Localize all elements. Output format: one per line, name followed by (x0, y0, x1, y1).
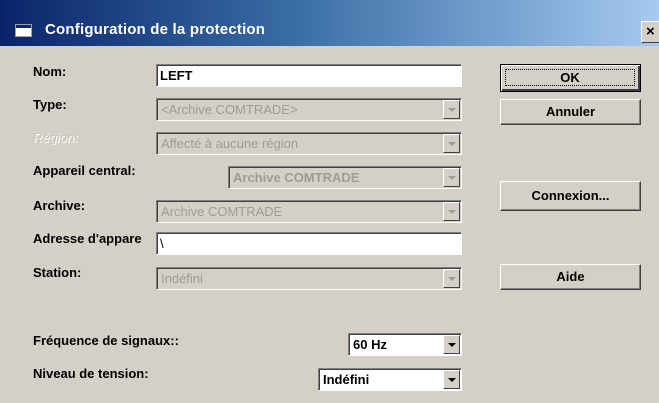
appareil-central-select[interactable]: Archive COMTRADE (228, 166, 462, 189)
connexion-button[interactable]: Connexion... (500, 181, 641, 211)
archive-label: Archive: (33, 198, 86, 213)
aide-button[interactable]: Aide (500, 264, 641, 290)
region-value: Affecté à aucune région (161, 136, 299, 151)
ok-button-label: OK (505, 69, 635, 86)
archive-dropdown-arrow-icon[interactable] (443, 202, 460, 221)
frequence-dropdown-arrow-icon[interactable] (443, 335, 460, 354)
niveau-tension-dropdown-arrow-icon[interactable] (443, 370, 460, 389)
archive-value: Archive COMTRADE (161, 204, 283, 219)
niveau-tension-value: Indéfini (323, 372, 370, 387)
close-button[interactable]: × (641, 21, 659, 43)
adresse-label: Adresse d'appare (33, 231, 142, 246)
appareil-central-dropdown-arrow-icon[interactable] (443, 168, 460, 187)
appareil-central-label: Appareil central: (33, 163, 136, 178)
ok-button[interactable]: OK (500, 64, 641, 92)
region-dropdown-arrow-icon[interactable] (443, 134, 460, 153)
appareil-central-value: Archive COMTRADE (233, 170, 360, 185)
type-select[interactable]: <Archive COMTRADE> (156, 98, 462, 121)
type-dropdown-arrow-icon[interactable] (443, 100, 460, 119)
niveau-tension-select[interactable]: Indéfini (318, 368, 462, 391)
region-select[interactable]: Affecté à aucune région (156, 132, 462, 155)
dialog-title: Configuration de la protection (45, 21, 266, 38)
window-icon (15, 24, 32, 37)
niveau-tension-label: Niveau de tension: (33, 366, 149, 381)
archive-select[interactable]: Archive COMTRADE (156, 200, 462, 223)
station-dropdown-arrow-icon[interactable] (443, 269, 460, 288)
nom-label: Nom: (33, 64, 67, 79)
adresse-input[interactable]: \ (156, 232, 462, 255)
type-value: <Archive COMTRADE> (161, 102, 298, 117)
station-select[interactable]: Indéfini (156, 267, 462, 290)
station-label: Station: (33, 265, 82, 280)
dialog-window: Configuration de la protection × Nom: LE… (0, 0, 659, 403)
region-label: Région: (33, 130, 78, 145)
annuler-button[interactable]: Annuler (500, 99, 641, 125)
type-label: Type: (33, 97, 67, 112)
station-value: Indéfini (161, 271, 203, 286)
frequence-value: 60 Hz (353, 337, 387, 352)
frequence-select[interactable]: 60 Hz (348, 333, 462, 356)
frequence-label: Fréquence de signaux:: (33, 333, 179, 348)
nom-input[interactable]: LEFT (156, 64, 462, 87)
title-bar[interactable]: Configuration de la protection × (0, 0, 659, 46)
